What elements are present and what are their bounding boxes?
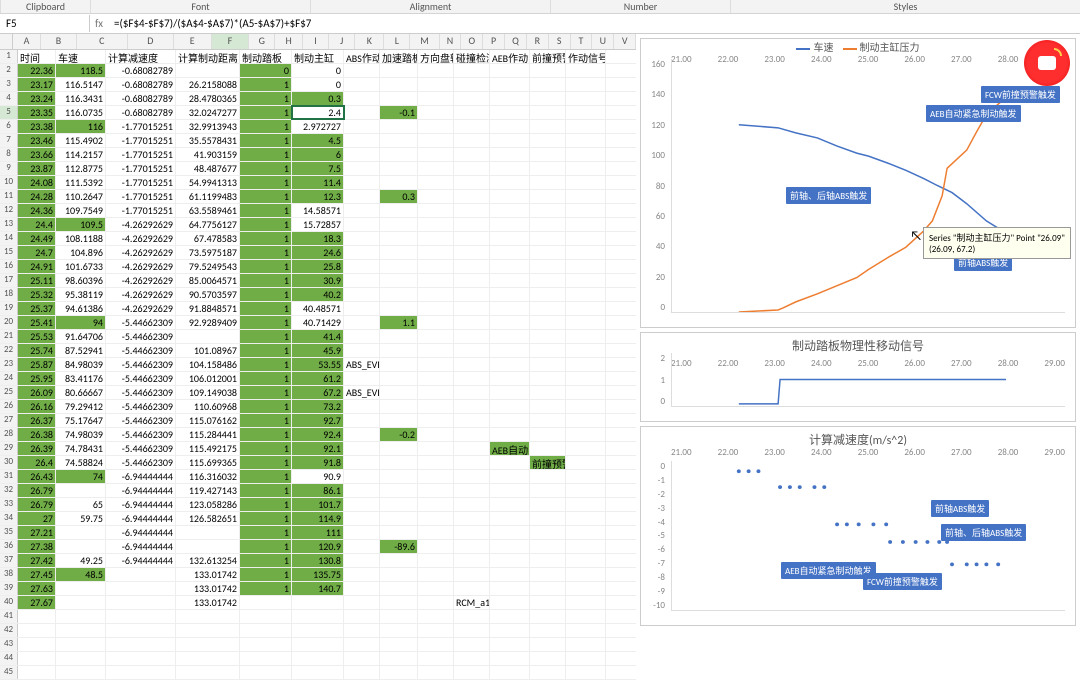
ribbon-group-labels: ClipboardFontAlignmentNumberStyles (0, 0, 1080, 14)
chart2-yaxis: 210 (641, 353, 669, 407)
name-box[interactable]: F5 (0, 15, 90, 32)
chart-callout: FCW前撞预警触发 (863, 573, 942, 590)
chart-tooltip: Series "制动主缸压力" Point "26.09"(26.09, 67.… (923, 227, 1071, 259)
chart-callout: 前轴、后轴ABS触发 (786, 187, 871, 204)
chart2-plot (671, 353, 1065, 407)
chart-callout: 前轴ABS触发 (931, 500, 989, 517)
weibo-logo (1024, 40, 1070, 86)
cursor-icon: ↖ (910, 227, 922, 244)
chart3-yaxis: 0-1-2-3-4-5-6-7-8-9-10 (641, 461, 669, 611)
chart-speed-pressure[interactable]: 车速 制动主缸压力 160140120100806040200 21.0022.… (640, 38, 1076, 328)
charts-pane: 车速 制动主缸压力 160140120100806040200 21.0022.… (636, 34, 1080, 691)
chart-callout: 前轴、后轴ABS触发 (941, 524, 1026, 541)
chart-deceleration[interactable]: 计算减速度(m/s^2) 21.0022.0023.0024.0025.0026… (640, 426, 1076, 626)
grid[interactable]: 1时间车速计算减速度计算制动距离制动踏板制动主缸ABS作动加速踏板方向盘转碰撞检… (0, 50, 636, 691)
chart-pedal-signal[interactable]: 制动踏板物理性移动信号 210 21.0022.0023.0024.0025.0… (640, 332, 1076, 422)
formula-input[interactable] (108, 15, 1080, 32)
chart-callout: AEB自动紧急制动触发 (926, 105, 1021, 122)
formula-bar-row: F5 fx (0, 14, 1080, 34)
chart3-xaxis-top: 21.0022.0023.0024.0025.0026.0027.0028.00… (641, 447, 1075, 460)
chart-callout: FCW前撞预警触发 (981, 86, 1060, 103)
fx-icon: fx (90, 17, 108, 30)
column-headers: ABCDEFGHIJKLMNOPQRSTUV (0, 34, 636, 50)
spreadsheet[interactable]: ABCDEFGHIJKLMNOPQRSTUV 1时间车速计算减速度计算制动距离制… (0, 34, 636, 691)
chart1-yaxis: 160140120100806040200 (641, 59, 669, 313)
chart1-legend: 车速 制动主缸压力 (641, 39, 1075, 54)
chart-callout: AEB自动紧急制动触发 (781, 562, 876, 579)
